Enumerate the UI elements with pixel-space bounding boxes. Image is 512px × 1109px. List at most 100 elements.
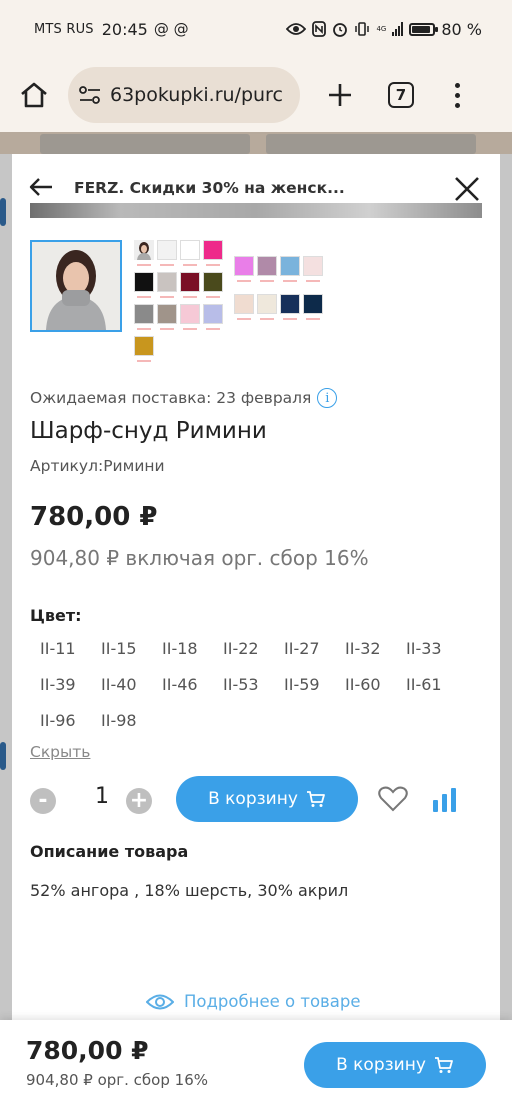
- swatch-thumbnail[interactable]: [134, 240, 154, 269]
- favorite-button[interactable]: [378, 786, 408, 812]
- swatch-color: [180, 272, 200, 292]
- back-button[interactable]: [28, 176, 54, 200]
- color-swatch[interactable]: [180, 304, 200, 333]
- heart-icon: [378, 786, 408, 812]
- home-icon: [21, 82, 47, 108]
- color-swatch[interactable]: [234, 294, 254, 323]
- background-edge-marker: [0, 742, 6, 770]
- delivery-info: Ожидаемая поставка: 23 февраля i: [30, 388, 338, 408]
- url-text[interactable]: 63pokupki.ru/purc: [110, 84, 283, 106]
- swatch-color: [280, 294, 300, 314]
- battery-percent: 80 %: [441, 19, 482, 39]
- color-option[interactable]: II-27: [274, 638, 335, 660]
- product-name: Шарф-снуд Римини: [30, 418, 267, 444]
- new-tab-button[interactable]: [322, 77, 358, 113]
- color-option[interactable]: II-18: [152, 638, 213, 660]
- color-option[interactable]: II-40: [91, 674, 152, 696]
- bottom-add-to-cart-button[interactable]: В корзину: [304, 1042, 486, 1088]
- network-type: 4G: [376, 25, 387, 33]
- address-bar[interactable]: 63pokupki.ru/purc: [68, 67, 300, 123]
- bottom-price-with-fee: 904,80 ₽ орг. сбор 16%: [26, 1071, 208, 1089]
- swatch-color: [303, 256, 323, 276]
- increase-quantity-button[interactable]: +: [126, 788, 152, 814]
- arrow-left-icon: [29, 178, 52, 196]
- color-swatch-grid-2: [234, 256, 323, 323]
- notification-icons: @ @: [153, 20, 189, 38]
- color-swatch[interactable]: [157, 272, 177, 301]
- vibrate-icon: [355, 22, 370, 36]
- hide-link[interactable]: Скрыть: [30, 743, 90, 761]
- clock: 20:45: [101, 19, 148, 39]
- color-swatch[interactable]: [203, 304, 223, 333]
- color-swatch[interactable]: [157, 304, 177, 333]
- compare-bar: [442, 794, 447, 812]
- color-option[interactable]: II-33: [396, 638, 457, 660]
- color-swatch[interactable]: [134, 304, 154, 333]
- swatch-color: [303, 294, 323, 314]
- model-mini-photo: [134, 240, 154, 260]
- color-swatch[interactable]: [203, 240, 223, 269]
- price-with-fee: 904,80 ₽ включая орг. сбор 16%: [30, 546, 369, 570]
- color-swatch[interactable]: [134, 272, 154, 301]
- color-option[interactable]: II-98: [91, 710, 152, 732]
- color-option[interactable]: II-22: [213, 638, 274, 660]
- swatch-color: [203, 304, 223, 324]
- color-option[interactable]: II-46: [152, 674, 213, 696]
- nfc-icon: [312, 21, 327, 37]
- color-swatch[interactable]: [134, 336, 154, 365]
- swatch-color: [134, 336, 154, 356]
- color-option[interactable]: II-39: [30, 674, 91, 696]
- color-option[interactable]: II-32: [335, 638, 396, 660]
- delivery-text: Ожидаемая поставка: 23 февраля: [30, 389, 312, 407]
- color-option[interactable]: II-96: [30, 710, 91, 732]
- description-title: Описание товара: [30, 842, 189, 861]
- color-swatch[interactable]: [257, 294, 277, 323]
- swatch-color: [134, 304, 154, 324]
- info-icon[interactable]: i: [317, 388, 338, 408]
- product-modal: FERZ. Скидки 30% на женск... Ожидаемая п…: [12, 154, 500, 1109]
- color-option[interactable]: II-11: [30, 638, 91, 660]
- color-option[interactable]: II-15: [91, 638, 152, 660]
- product-thumbnail-selected[interactable]: [30, 240, 122, 332]
- background-edge-marker: [0, 198, 6, 226]
- close-button[interactable]: [454, 176, 480, 202]
- background-product-tile: [40, 134, 250, 154]
- close-icon: [455, 177, 479, 201]
- quantity-value[interactable]: 1: [80, 784, 124, 809]
- compare-bar: [451, 788, 456, 812]
- color-swatch[interactable]: [180, 272, 200, 301]
- background-product-tile: [266, 134, 476, 154]
- compare-button[interactable]: [433, 786, 459, 812]
- color-option[interactable]: II-59: [274, 674, 335, 696]
- swatch-color: [180, 304, 200, 324]
- color-swatch[interactable]: [303, 256, 323, 285]
- color-swatch[interactable]: [157, 240, 177, 269]
- model-photo: [32, 242, 120, 330]
- more-details-link[interactable]: Подробнее о товаре: [146, 992, 361, 1011]
- swatch-color: [257, 294, 277, 314]
- tab-switcher-button[interactable]: 7: [388, 82, 414, 108]
- article-number: Артикул:Римини: [30, 457, 165, 475]
- color-option[interactable]: II-53: [213, 674, 274, 696]
- color-swatch[interactable]: [180, 240, 200, 269]
- browser-menu-button[interactable]: [452, 82, 462, 108]
- status-bar: MTS RUS 20:45 @ @ 4G 80 %: [0, 0, 512, 58]
- color-swatch[interactable]: [234, 256, 254, 285]
- site-settings-icon[interactable]: [78, 85, 102, 105]
- color-option[interactable]: II-61: [396, 674, 457, 696]
- home-button[interactable]: [14, 75, 54, 115]
- add-to-cart-button[interactable]: В корзину: [176, 776, 358, 822]
- color-swatch[interactable]: [280, 294, 300, 323]
- color-swatch[interactable]: [303, 294, 323, 323]
- color-option[interactable]: II-60: [335, 674, 396, 696]
- color-code-list: II-11 II-15 II-18 II-22 II-27 II-32 II-33 II-39…: [30, 638, 470, 732]
- description-text: 52% ангора , 18% шерсть, 30% акрил: [30, 881, 349, 900]
- color-swatch[interactable]: [280, 256, 300, 285]
- decrease-quantity-button[interactable]: -: [30, 788, 56, 814]
- product-image-strip: [30, 203, 482, 218]
- color-swatch[interactable]: [257, 256, 277, 285]
- color-swatch[interactable]: [203, 272, 223, 301]
- swatch-color: [234, 294, 254, 314]
- cart-icon: [306, 791, 325, 807]
- signal-icon: [392, 22, 404, 36]
